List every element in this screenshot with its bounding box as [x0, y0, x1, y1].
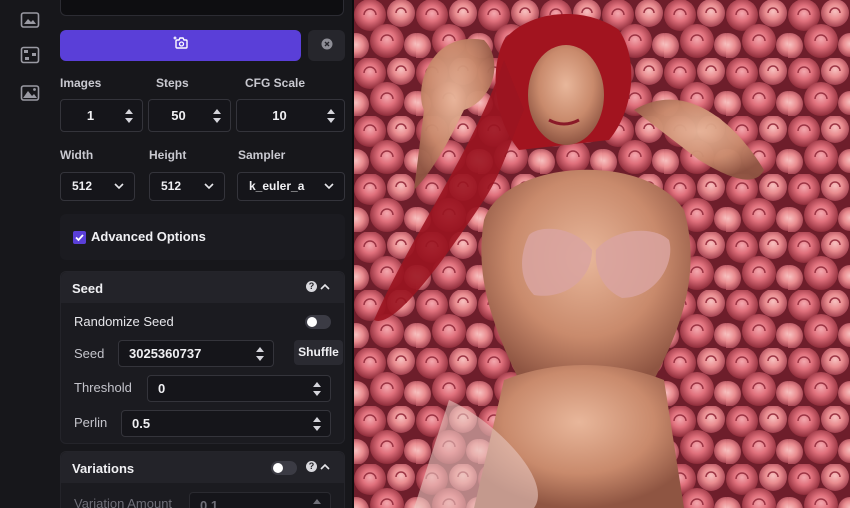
perlin-input[interactable]: 0.5 [121, 410, 331, 437]
generated-image[interactable] [354, 0, 850, 508]
stepper-arrows-icon[interactable] [124, 108, 134, 124]
prompt-input[interactable] [60, 0, 344, 16]
steps-label: Steps [156, 76, 189, 90]
threshold-input[interactable]: 0 [147, 375, 331, 402]
images-value: 1 [86, 108, 95, 123]
width-select[interactable]: 512 [60, 172, 135, 201]
variation-amount-input[interactable]: 0.1 [189, 492, 331, 508]
images-input[interactable]: 1 [60, 99, 143, 132]
advanced-options-row[interactable]: Advanced Options [60, 214, 345, 260]
cfg-scale-input[interactable]: 10 [236, 99, 345, 132]
variation-amount-value: 0.1 [200, 498, 219, 508]
check-icon [75, 234, 84, 242]
seed-section-title: Seed [72, 281, 104, 296]
steps-value: 50 [171, 108, 186, 123]
variations-section: Variations ? Variation Amount 0.1 [60, 451, 345, 508]
invoke-button[interactable] [60, 30, 301, 61]
gallery-icon[interactable] [20, 84, 40, 102]
generated-image-canvas [354, 0, 850, 508]
variations-toggle[interactable] [271, 461, 297, 475]
randomize-seed-label: Randomize Seed [74, 314, 174, 329]
chevron-up-icon[interactable] [320, 463, 330, 471]
height-label: Height [149, 148, 187, 162]
perlin-label: Perlin [74, 415, 108, 430]
stepper-arrows-icon[interactable] [312, 416, 322, 432]
seed-label: Seed [74, 346, 105, 361]
threshold-value: 0 [158, 381, 166, 396]
advanced-options-label: Advanced Options [91, 229, 206, 244]
advanced-options-checkbox[interactable] [73, 231, 86, 244]
images-label: Images [60, 76, 102, 90]
variation-amount-label: Variation Amount [74, 496, 173, 508]
options-panel: Images Steps CFG Scale 1 50 10 Width Hei… [48, 0, 352, 508]
stepper-arrows-icon[interactable] [255, 346, 265, 362]
cancel-icon [321, 37, 333, 55]
seed-value: 3025360737 [129, 346, 202, 361]
help-icon[interactable]: ? [306, 461, 317, 472]
variations-section-title: Variations [72, 461, 135, 476]
chevron-down-icon [204, 183, 214, 190]
width-label: Width [60, 148, 94, 162]
perlin-value: 0.5 [132, 416, 151, 431]
shuffle-button[interactable]: Shuffle [294, 340, 343, 365]
sampler-value: k_euler_a [249, 179, 305, 193]
stepper-arrows-icon[interactable] [312, 381, 322, 397]
cfg-scale-label: CFG Scale [245, 76, 306, 90]
seed-section-header[interactable]: Seed ? [61, 272, 344, 303]
stepper-arrows-icon[interactable] [312, 498, 322, 508]
seed-input[interactable]: 3025360737 [118, 340, 274, 367]
threshold-label: Threshold [74, 380, 132, 395]
height-select[interactable]: 512 [149, 172, 225, 201]
cancel-button[interactable] [308, 30, 345, 61]
variations-section-header[interactable]: Variations ? [61, 452, 344, 483]
stepper-arrows-icon[interactable] [326, 108, 336, 124]
toggle-knob [307, 317, 317, 327]
left-rail [0, 0, 48, 508]
randomize-seed-toggle[interactable] [305, 315, 331, 329]
chevron-down-icon [114, 183, 124, 190]
sampler-select[interactable]: k_euler_a [237, 172, 345, 201]
chevron-up-icon[interactable] [320, 283, 330, 291]
camera-plus-icon [173, 36, 189, 55]
sampler-label: Sampler [238, 148, 286, 162]
steps-input[interactable]: 50 [148, 99, 231, 132]
help-icon[interactable]: ? [306, 281, 317, 292]
stepper-arrows-icon[interactable] [212, 108, 222, 124]
image-icon[interactable] [20, 11, 40, 29]
cfg-scale-value: 10 [272, 108, 287, 123]
seed-section: Seed ? Randomize Seed Seed 3025360737 Sh… [60, 271, 345, 444]
chevron-down-icon [324, 183, 334, 190]
height-value: 512 [161, 179, 182, 193]
nodes-icon[interactable] [20, 46, 40, 64]
toggle-knob [273, 463, 283, 473]
width-value: 512 [72, 179, 93, 193]
